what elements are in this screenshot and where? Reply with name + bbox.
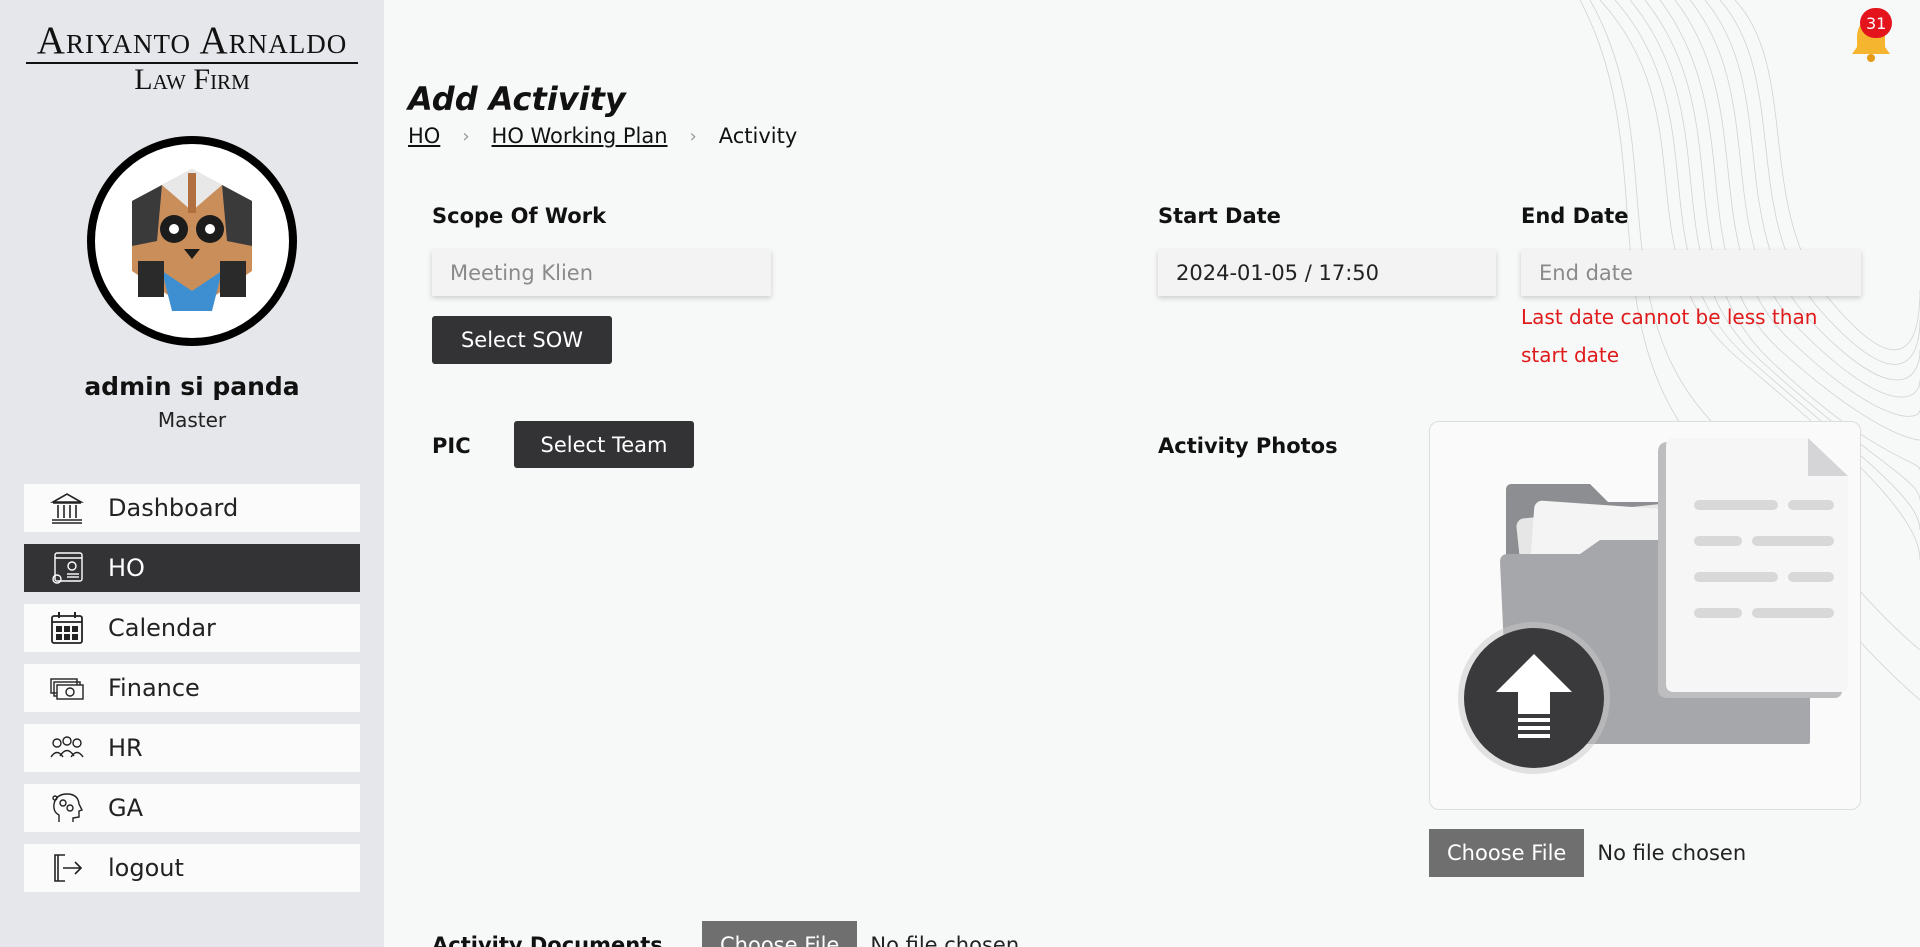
sidebar-item-calendar[interactable]: Calendar bbox=[24, 604, 360, 652]
avatar bbox=[87, 136, 297, 346]
sidebar-item-ga[interactable]: GA bbox=[24, 784, 360, 832]
panda-avatar-icon bbox=[132, 169, 252, 311]
folder-upload-icon bbox=[1458, 438, 1848, 774]
photo-file-status: No file chosen bbox=[1597, 841, 1747, 865]
sidebar-item-label: logout bbox=[108, 854, 184, 882]
select-sow-button[interactable]: Select SOW bbox=[432, 316, 612, 364]
sidebar: Ariyanto Arnaldo Law Firm admin si panda… bbox=[0, 0, 384, 947]
scope-of-work-label: Scope Of Work bbox=[432, 204, 607, 228]
end-date-error: Last date cannot be less than start date bbox=[1521, 305, 1818, 367]
sidebar-menu: Dashboard HO Calendar Finance HR GA logo… bbox=[24, 484, 360, 904]
breadcrumb-separator: › bbox=[689, 125, 697, 147]
bank-icon bbox=[48, 489, 86, 527]
scope-of-work-input[interactable]: Meeting Klien bbox=[432, 250, 771, 296]
end-date-input[interactable]: End date bbox=[1521, 250, 1861, 296]
breadcrumb-separator: › bbox=[462, 125, 470, 147]
logout-icon bbox=[48, 849, 86, 887]
breadcrumb: HO › HO Working Plan › Activity bbox=[408, 124, 797, 148]
sidebar-item-ho[interactable]: HO bbox=[24, 544, 360, 592]
user-role: Master bbox=[157, 408, 227, 432]
activity-photos-label: Activity Photos bbox=[1158, 434, 1338, 458]
brand-logo: Ariyanto Arnaldo Law Firm bbox=[24, 20, 360, 96]
sidebar-item-label: Finance bbox=[108, 674, 200, 702]
pic-label: PIC bbox=[432, 434, 471, 458]
activity-documents-label: Activity Documents bbox=[432, 933, 663, 947]
breadcrumb-current: Activity bbox=[718, 124, 798, 148]
money-icon bbox=[48, 669, 86, 707]
select-team-button[interactable]: Select Team bbox=[514, 421, 694, 468]
breadcrumb-ho-working-plan[interactable]: HO Working Plan bbox=[492, 124, 668, 148]
sidebar-item-logout[interactable]: logout bbox=[24, 844, 360, 892]
breadcrumb-ho[interactable]: HO bbox=[408, 124, 440, 148]
photo-file-picker: Choose File No file chosen bbox=[1429, 829, 1746, 877]
user-name: admin si panda bbox=[84, 372, 300, 401]
calendar-icon bbox=[48, 609, 86, 647]
choose-photo-button[interactable]: Choose File bbox=[1429, 829, 1585, 877]
brand-name: Ariyanto Arnaldo bbox=[36, 19, 348, 62]
brand-subtitle: Law Firm bbox=[134, 63, 250, 96]
sidebar-item-hr[interactable]: HR bbox=[24, 724, 360, 772]
sidebar-item-label: HO bbox=[108, 554, 145, 582]
sidebar-item-label: HR bbox=[108, 734, 143, 762]
end-date-label: End Date bbox=[1521, 204, 1629, 228]
start-date-input[interactable]: 2024-01-05 / 17:50 bbox=[1158, 250, 1496, 296]
head-gears-icon bbox=[48, 789, 86, 827]
office-gear-icon bbox=[48, 549, 86, 587]
sidebar-item-label: Calendar bbox=[108, 614, 216, 642]
main-content: 31 Add Activity HO › HO Working Plan › A… bbox=[384, 0, 1920, 947]
sidebar-item-label: Dashboard bbox=[108, 494, 239, 522]
notification-badge: 31 bbox=[1860, 8, 1893, 38]
start-date-label: Start Date bbox=[1158, 204, 1281, 228]
photo-upload-dropzone[interactable] bbox=[1429, 421, 1861, 810]
page-title: Add Activity bbox=[408, 80, 626, 118]
people-icon bbox=[48, 729, 86, 767]
document-file-status: No file chosen bbox=[870, 933, 1020, 947]
sidebar-item-label: GA bbox=[108, 794, 144, 822]
sidebar-item-dashboard[interactable]: Dashboard bbox=[24, 484, 360, 532]
document-file-picker: Choose File No file chosen bbox=[702, 921, 1019, 947]
choose-document-button[interactable]: Choose File bbox=[702, 921, 858, 947]
sidebar-item-finance[interactable]: Finance bbox=[24, 664, 360, 712]
